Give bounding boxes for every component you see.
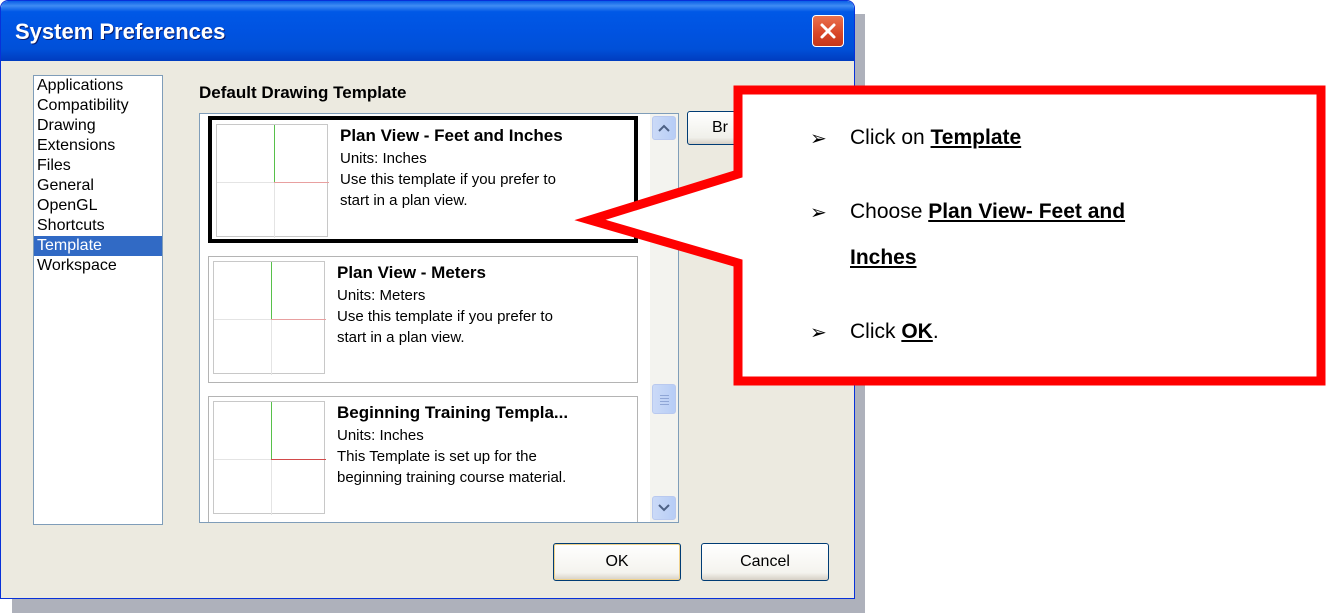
instruction-text: Click on bbox=[850, 126, 931, 149]
instruction-keyword: Plan View- Feet and bbox=[928, 200, 1126, 223]
instruction-step-3: ➢ Click OK. bbox=[810, 320, 939, 344]
instruction-text: Click bbox=[850, 320, 902, 343]
arrow-bullet-icon: ➢ bbox=[810, 128, 827, 150]
arrow-bullet-icon: ➢ bbox=[810, 202, 827, 224]
arrow-bullet-icon: ➢ bbox=[810, 322, 827, 344]
instruction-text: . bbox=[932, 320, 939, 343]
instruction-step-1: ➢ Click on Template bbox=[810, 126, 1022, 150]
instruction-step-2-continued: Inches bbox=[850, 246, 917, 270]
callout-box: ➢ Click on Template ➢ Choose Plan View- … bbox=[740, 86, 1318, 380]
instruction-text: Choose bbox=[850, 200, 929, 223]
instruction-keyword: OK bbox=[901, 320, 933, 343]
instruction-keyword: Template bbox=[930, 126, 1022, 149]
instruction-step-2: ➢ Choose Plan View- Feet and bbox=[810, 200, 1126, 224]
instruction-keyword: Inches bbox=[850, 246, 917, 269]
